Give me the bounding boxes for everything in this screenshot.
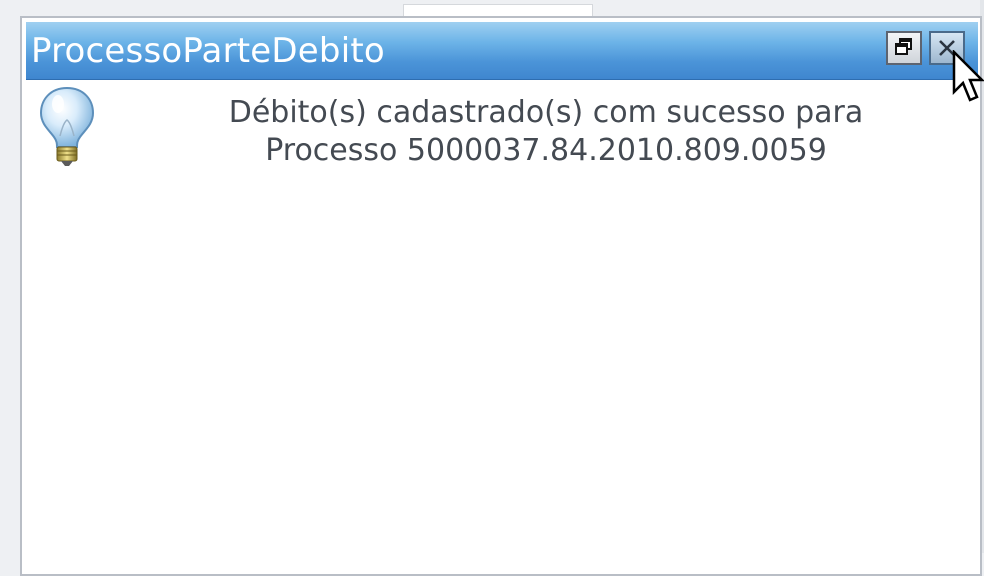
restore-window-icon	[895, 38, 912, 55]
success-message: Débito(s) cadastrado(s) com sucesso para…	[126, 94, 966, 170]
dialog-window: ProcessoParteDebito Débito(s) cadastrado…	[20, 16, 982, 576]
dialog-titlebar[interactable]: ProcessoParteDebito	[26, 22, 978, 80]
close-icon	[939, 40, 955, 56]
message-line-1: Débito(s) cadastrado(s) com sucesso para	[228, 95, 864, 130]
dialog-title: ProcessoParteDebito	[31, 31, 385, 71]
message-line-2: Processo 5000037.84.2010.809.0059	[265, 133, 827, 168]
dialog-content: Débito(s) cadastrado(s) com sucesso para…	[26, 80, 978, 574]
restore-button[interactable]	[886, 31, 922, 65]
lightbulb-icon	[39, 86, 95, 166]
close-button[interactable]	[929, 31, 965, 65]
